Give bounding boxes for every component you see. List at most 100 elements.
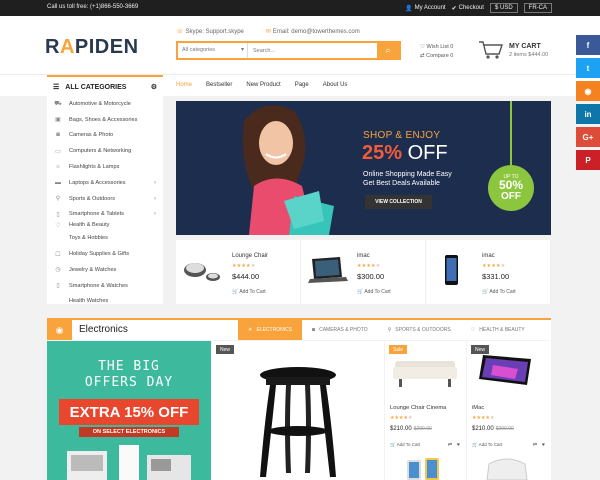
add-to-cart-button[interactable]: 🛒 Add To Cart bbox=[472, 442, 502, 448]
menu-new-product[interactable]: New Product bbox=[246, 82, 280, 88]
heart-icon[interactable]: ♥ bbox=[457, 442, 460, 448]
price-old: $290.00 bbox=[413, 426, 432, 432]
product-card[interactable]: New iMac ★★★★★ $210.00 $290.00 🛒 Add To C… bbox=[467, 341, 551, 480]
email-info: ✉ Email: demo@towerthemes.com bbox=[266, 28, 360, 35]
menu-page[interactable]: Page bbox=[295, 82, 309, 88]
sidebar-item-label: Computers & Networking bbox=[69, 148, 132, 155]
sidebar-item-health-watches[interactable]: Health Watches bbox=[47, 294, 163, 310]
phones-image bbox=[407, 458, 439, 480]
product-name[interactable]: Lounge Chair bbox=[232, 253, 268, 259]
camera-icon: ◙ bbox=[312, 327, 316, 333]
chevron-right-icon: › bbox=[154, 211, 156, 218]
sidebar-item-computers[interactable]: ▭ Computers & Networking bbox=[47, 143, 163, 159]
camera-icon: ◙ bbox=[56, 132, 60, 139]
sidebar-item-toys[interactable]: Toys & Hobbies bbox=[47, 230, 163, 246]
product-name[interactable]: iMac bbox=[472, 405, 484, 411]
sidebar-item-smartphone-tablets[interactable]: ▯ Smartphone & Tablets › bbox=[47, 207, 163, 223]
sidebar-item-label: Health & Beauty bbox=[69, 222, 110, 229]
sidebar-item-smartphone-watches[interactable]: ▯ Smartphone & Watches bbox=[47, 278, 163, 294]
add-to-cart-button[interactable]: 🛒 Add To Cart bbox=[357, 289, 391, 295]
skype-icon: ☏ bbox=[176, 29, 184, 35]
all-categories-toggle[interactable]: ☰ ALL CATEGORIES ⚙ bbox=[47, 75, 163, 97]
banner-line-2: Get Best Deals Available bbox=[363, 180, 440, 187]
facebook-icon[interactable]: f bbox=[576, 35, 600, 55]
compare-link[interactable]: ⇄ Compare 0 bbox=[420, 52, 453, 61]
badge-string bbox=[510, 101, 512, 165]
product-name[interactable]: Lounge Chair Cinema bbox=[390, 405, 446, 411]
compare-icon[interactable]: ⇄ bbox=[533, 442, 537, 448]
search-category-select[interactable]: All categories bbox=[178, 43, 248, 58]
language-select[interactable]: FR-CA bbox=[523, 3, 552, 13]
sidebar-item-holiday[interactable]: ☐ Holiday Supplies & Gifts bbox=[47, 246, 163, 262]
rss-icon[interactable]: ◉ bbox=[576, 81, 600, 101]
sidebar-item-cameras[interactable]: ◙ Cameras & Photo bbox=[47, 128, 163, 144]
tab-label: ELECTRONICS bbox=[256, 327, 293, 333]
menu-about-us[interactable]: About Us bbox=[323, 82, 348, 88]
sidebar-item-sports[interactable]: ⚲ Sports & Outdoors › bbox=[47, 191, 163, 207]
add-to-cart-button[interactable]: 🛒 Add To Cart bbox=[232, 289, 266, 295]
watch-icon: ◷ bbox=[55, 267, 61, 274]
email-text: Email: demo@towerthemes.com bbox=[272, 29, 360, 35]
sidebar-item-laptops[interactable]: ▬ Laptops & Accessories › bbox=[47, 175, 163, 191]
monitor-icon: ▭ bbox=[55, 148, 61, 155]
mini-product-card[interactable]: imac ★★★★★ $300.00 🛒 Add To Cart bbox=[301, 240, 426, 304]
tab-cameras-photo[interactable]: ◙ CAMERAS & PHOTO bbox=[302, 320, 378, 340]
sidebar-item-automotive[interactable]: ⛟ Automotive & Motorcycle bbox=[47, 96, 163, 112]
my-account-label: My Account bbox=[414, 5, 446, 11]
sidebar-item-health-beauty[interactable]: ♡ Health & Beauty bbox=[47, 222, 163, 230]
product-price: $444.00 bbox=[232, 272, 260, 281]
checkout-link[interactable]: ✔ Checkout bbox=[452, 5, 484, 12]
contact-info: ☏ Skype: Support.skype ✉ Email: demo@tower… bbox=[176, 28, 360, 35]
product-card[interactable]: Sale Lounge Chair Cinema ★★★★★ $210.00 $2… bbox=[385, 341, 466, 480]
google-plus-icon[interactable]: G+ bbox=[576, 127, 600, 147]
sidebar-item-flashlights[interactable]: ☼ Flashlights & Lamps bbox=[47, 159, 163, 175]
new-tag: New bbox=[216, 345, 235, 354]
wishlist-link[interactable]: ♡ Wish List 0 bbox=[420, 43, 453, 52]
product-actions: ⇄ ♥ bbox=[533, 442, 545, 448]
linkedin-icon[interactable]: in bbox=[576, 104, 600, 124]
view-collection-button[interactable]: VIEW COLLECTION bbox=[365, 195, 432, 209]
add-to-cart-label: Add To Cart bbox=[364, 289, 391, 295]
search-button[interactable]: ⌕ bbox=[377, 43, 399, 58]
woman-shopping-image bbox=[242, 105, 334, 235]
heart-icon[interactable]: ♥ bbox=[542, 442, 545, 448]
top-links: 👤 My Account ✔ Checkout $ USD FR-CA bbox=[405, 3, 552, 13]
sidebar-item-label: Smartphone & Watches bbox=[69, 282, 128, 289]
product-name[interactable]: imac bbox=[357, 253, 370, 259]
sidebar-item-bags[interactable]: ▣ Bags, Shoes & Accessories bbox=[47, 112, 163, 128]
tab-health-beauty[interactable]: ♡ HEALTH & BEAUTY bbox=[461, 320, 535, 340]
menu-home[interactable]: Home bbox=[176, 82, 192, 88]
mini-product-card[interactable]: Lounge Chair ★★★★★ $444.00 🛒 Add To Cart bbox=[176, 240, 301, 304]
compare-icon[interactable]: ⇄ bbox=[448, 442, 452, 448]
sidebar-item-label: Cameras & Photo bbox=[69, 132, 114, 139]
price-old: $290.00 bbox=[495, 426, 514, 432]
twitter-icon[interactable]: t bbox=[576, 58, 600, 78]
product-card[interactable]: New bbox=[212, 341, 384, 480]
currency-select[interactable]: $ USD bbox=[489, 3, 518, 13]
logo[interactable]: RAPIDEN bbox=[45, 36, 139, 59]
add-to-cart-button[interactable]: 🛒 Add To Cart bbox=[482, 289, 516, 295]
product-price: $300.00 bbox=[357, 272, 385, 281]
my-account-link[interactable]: 👤 My Account bbox=[405, 5, 446, 12]
search-bar: All categories ⌕ bbox=[176, 41, 401, 60]
gear-icon: ⚙ bbox=[150, 84, 157, 91]
cart-summary: 2 items $444.00 bbox=[509, 52, 549, 58]
cart-icon bbox=[479, 41, 503, 59]
promo-banner[interactable]: THE BIG OFFERS DAY EXTRA 15% OFF ON SELE… bbox=[47, 341, 211, 480]
section-title: Electronics bbox=[79, 324, 128, 335]
social-links: f t ◉ in G+ P bbox=[576, 35, 600, 173]
armchair-image bbox=[486, 458, 528, 480]
pinterest-icon[interactable]: P bbox=[576, 150, 600, 170]
main-menu: Home Bestseller New Product Page About U… bbox=[176, 82, 347, 88]
product-name[interactable]: imac bbox=[482, 253, 495, 259]
hero-banner[interactable]: SHOP & ENJOY 25% OFF Online Shopping Mad… bbox=[176, 101, 551, 235]
tab-sports-outdoors[interactable]: ⚲ SPORTS & OUTDOORS bbox=[378, 320, 461, 340]
menu-bestseller[interactable]: Bestseller bbox=[206, 82, 232, 88]
sidebar-item-label: Jewelry & Watches bbox=[69, 266, 117, 273]
add-to-cart-button[interactable]: 🛒 Add To Cart bbox=[390, 442, 420, 448]
sidebar-item-jewelry[interactable]: ◷ Jewelry & Watches bbox=[47, 262, 163, 278]
mini-product-card[interactable]: imac ★★★★★ $331.00 🛒 Add To Cart bbox=[426, 240, 551, 304]
search-input[interactable] bbox=[248, 43, 377, 58]
badge-off: OFF bbox=[501, 191, 521, 202]
tab-electronics[interactable]: ☀ ELECTRONICS bbox=[238, 320, 303, 340]
